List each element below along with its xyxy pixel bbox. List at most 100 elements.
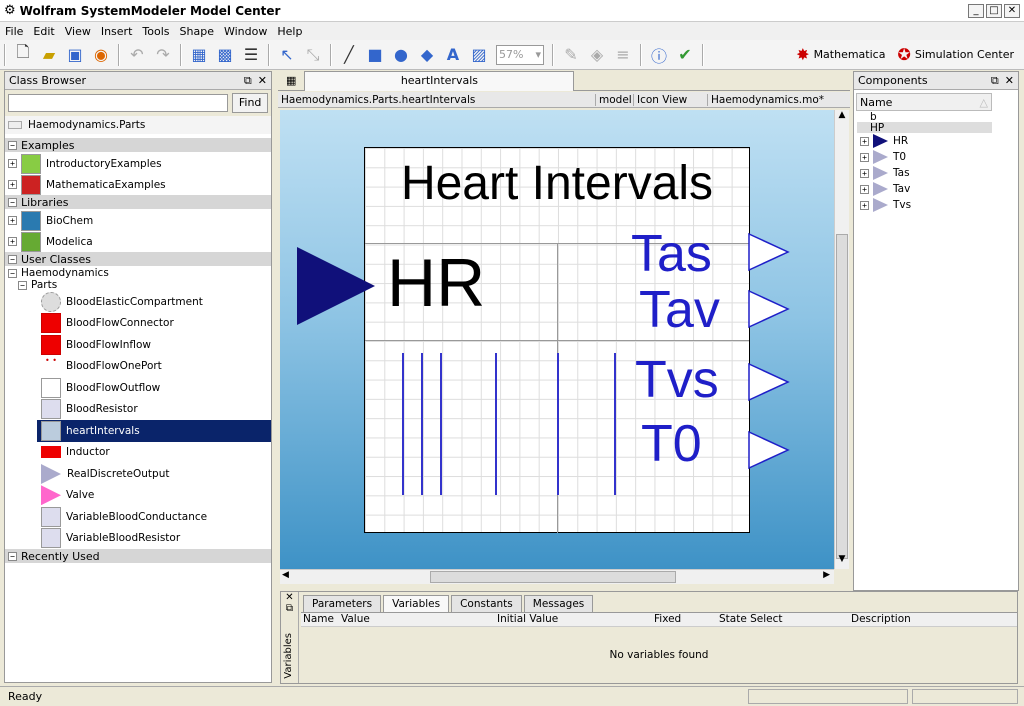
- connect-icon[interactable]: ⤡: [301, 43, 325, 67]
- part-item[interactable]: BloodElasticCompartment: [41, 291, 271, 313]
- hr-input-connector[interactable]: [297, 247, 375, 325]
- part-item[interactable]: VariableBloodConductance: [41, 506, 271, 528]
- tree-item[interactable]: + IntroductoryExamples: [5, 153, 271, 174]
- fill-color-icon[interactable]: ◈: [585, 43, 609, 67]
- simulation-center-icon[interactable]: ✪: [897, 45, 910, 64]
- rectangle-icon[interactable]: ■: [363, 43, 387, 67]
- line-color-icon[interactable]: ✎: [559, 43, 583, 67]
- horizontal-scrollbar[interactable]: ◀ ▶: [280, 569, 834, 584]
- new-file-icon[interactable]: 🗋: [11, 42, 35, 67]
- maximize-button[interactable]: □: [986, 3, 1002, 18]
- scroll-down-arrow[interactable]: ▼: [835, 554, 849, 569]
- redo-icon[interactable]: ↷: [151, 43, 175, 67]
- group-recently-used[interactable]: − Recently Used: [5, 549, 271, 563]
- part-item[interactable]: BloodFlowInflow: [41, 334, 271, 356]
- polygon-icon[interactable]: ◆: [415, 43, 439, 67]
- vertical-scrollbar[interactable]: ▲ ▼: [834, 110, 849, 569]
- close-panel-icon[interactable]: ✕: [281, 592, 298, 603]
- part-item[interactable]: • • BloodFlowOnePort: [41, 356, 271, 378]
- float-panel-icon[interactable]: ⧉: [244, 74, 252, 88]
- root-class[interactable]: Haemodynamics.Parts: [5, 116, 271, 134]
- menu-view[interactable]: View: [60, 25, 96, 38]
- save-icon[interactable]: ▣: [63, 43, 87, 67]
- close-button[interactable]: ✕: [1004, 3, 1020, 18]
- col-fixed[interactable]: Fixed: [654, 613, 681, 625]
- tab-heart-intervals[interactable]: heartIntervals: [304, 70, 575, 91]
- tab-variables[interactable]: Variables: [383, 595, 450, 612]
- text-view-icon[interactable]: ☰: [239, 43, 263, 67]
- component-item[interactable]: HP: [857, 122, 992, 134]
- line-icon[interactable]: ╱: [337, 43, 361, 67]
- group-user-classes[interactable]: − User Classes: [5, 252, 271, 266]
- component-item[interactable]: b: [857, 111, 1018, 123]
- menu-shape[interactable]: Shape: [175, 25, 219, 38]
- part-item[interactable]: BloodFlowOutflow: [41, 377, 271, 399]
- part-item[interactable]: Inductor: [41, 442, 271, 464]
- tab-parameters[interactable]: Parameters: [303, 595, 382, 612]
- class-view-icon[interactable]: ▦: [187, 43, 211, 67]
- component-item[interactable]: + HR: [857, 133, 1018, 149]
- class-search-input[interactable]: [8, 94, 229, 112]
- info-icon[interactable]: ⓘ: [647, 43, 671, 67]
- root-class-label: Haemodynamics.Parts: [28, 119, 146, 131]
- part-item[interactable]: VariableBloodResistor: [41, 528, 271, 550]
- scroll-left-arrow[interactable]: ◀: [282, 570, 289, 580]
- col-value[interactable]: Value: [341, 613, 370, 625]
- scroll-thumb[interactable]: [836, 234, 848, 559]
- group-libraries[interactable]: − Libraries: [5, 195, 271, 209]
- mathematica-icon[interactable]: ✸: [796, 45, 809, 64]
- menu-file[interactable]: File: [0, 25, 28, 38]
- text-tool-icon[interactable]: A: [441, 43, 465, 67]
- component-item[interactable]: + T0: [857, 149, 1018, 165]
- menu-edit[interactable]: Edit: [28, 25, 59, 38]
- scroll-up-arrow[interactable]: ▲: [835, 110, 849, 125]
- component-item[interactable]: + Tvs: [857, 197, 1018, 213]
- ellipse-icon[interactable]: ●: [389, 43, 413, 67]
- col-state-select[interactable]: State Select: [719, 613, 783, 625]
- close-panel-icon[interactable]: ✕: [1005, 74, 1014, 87]
- scroll-right-arrow[interactable]: ▶: [823, 570, 830, 580]
- tab-constants[interactable]: Constants: [451, 595, 522, 612]
- part-item-selected[interactable]: heartIntervals: [37, 420, 271, 442]
- col-name[interactable]: Name: [303, 613, 334, 625]
- line-style-icon[interactable]: ≡: [611, 43, 635, 67]
- part-item[interactable]: BloodFlowConnector: [41, 313, 271, 335]
- tree-item[interactable]: + Modelica: [5, 231, 271, 252]
- tree-item-parts[interactable]: − Parts: [5, 279, 271, 291]
- tree-item[interactable]: + BioChem: [5, 210, 271, 231]
- publish-icon[interactable]: ◉: [89, 43, 113, 67]
- name-column-header[interactable]: Name △: [856, 93, 992, 111]
- simulation-center-button[interactable]: Simulation Center: [915, 48, 1014, 61]
- col-description[interactable]: Description: [851, 613, 911, 625]
- menu-tools[interactable]: Tools: [137, 25, 174, 38]
- check-model-icon[interactable]: ✔: [673, 43, 697, 67]
- part-item[interactable]: Valve: [41, 485, 271, 507]
- mathematica-button[interactable]: Mathematica: [814, 48, 886, 61]
- part-item[interactable]: RealDiscreteOutput: [41, 463, 271, 485]
- icon-canvas[interactable]: Heart Intervals HR Tas Tav Tvs T0: [280, 110, 834, 569]
- component-item[interactable]: + Tav: [857, 181, 1018, 197]
- zoom-combo[interactable]: 57% ▾: [496, 44, 544, 65]
- tree-item-haemodynamics[interactable]: − Haemodynamics: [5, 267, 271, 279]
- menu-help[interactable]: Help: [272, 25, 307, 38]
- part-item[interactable]: BloodResistor: [41, 399, 271, 421]
- menu-insert[interactable]: Insert: [96, 25, 138, 38]
- undo-icon[interactable]: ↶: [125, 43, 149, 67]
- find-button[interactable]: Find: [232, 93, 268, 113]
- grid-icon[interactable]: ▦: [286, 74, 296, 87]
- tab-messages[interactable]: Messages: [523, 595, 594, 612]
- minimize-button[interactable]: _: [968, 3, 984, 18]
- col-initial-value[interactable]: Initial Value: [497, 613, 558, 625]
- diagram-view-icon[interactable]: ▩: [213, 43, 237, 67]
- bitmap-icon[interactable]: ▨: [467, 43, 491, 67]
- group-examples[interactable]: − Examples: [5, 138, 271, 152]
- close-panel-icon[interactable]: ✕: [258, 74, 267, 87]
- open-folder-icon[interactable]: ▰: [37, 43, 61, 67]
- hscroll-thumb[interactable]: [430, 571, 676, 583]
- float-panel-icon[interactable]: ⧉: [991, 74, 999, 88]
- pointer-icon[interactable]: ↖: [275, 43, 299, 67]
- menu-window[interactable]: Window: [219, 25, 272, 38]
- float-panel-icon[interactable]: ⧉: [281, 603, 298, 614]
- component-item[interactable]: + Tas: [857, 165, 1018, 181]
- tree-item[interactable]: + MathematicaExamples: [5, 174, 271, 195]
